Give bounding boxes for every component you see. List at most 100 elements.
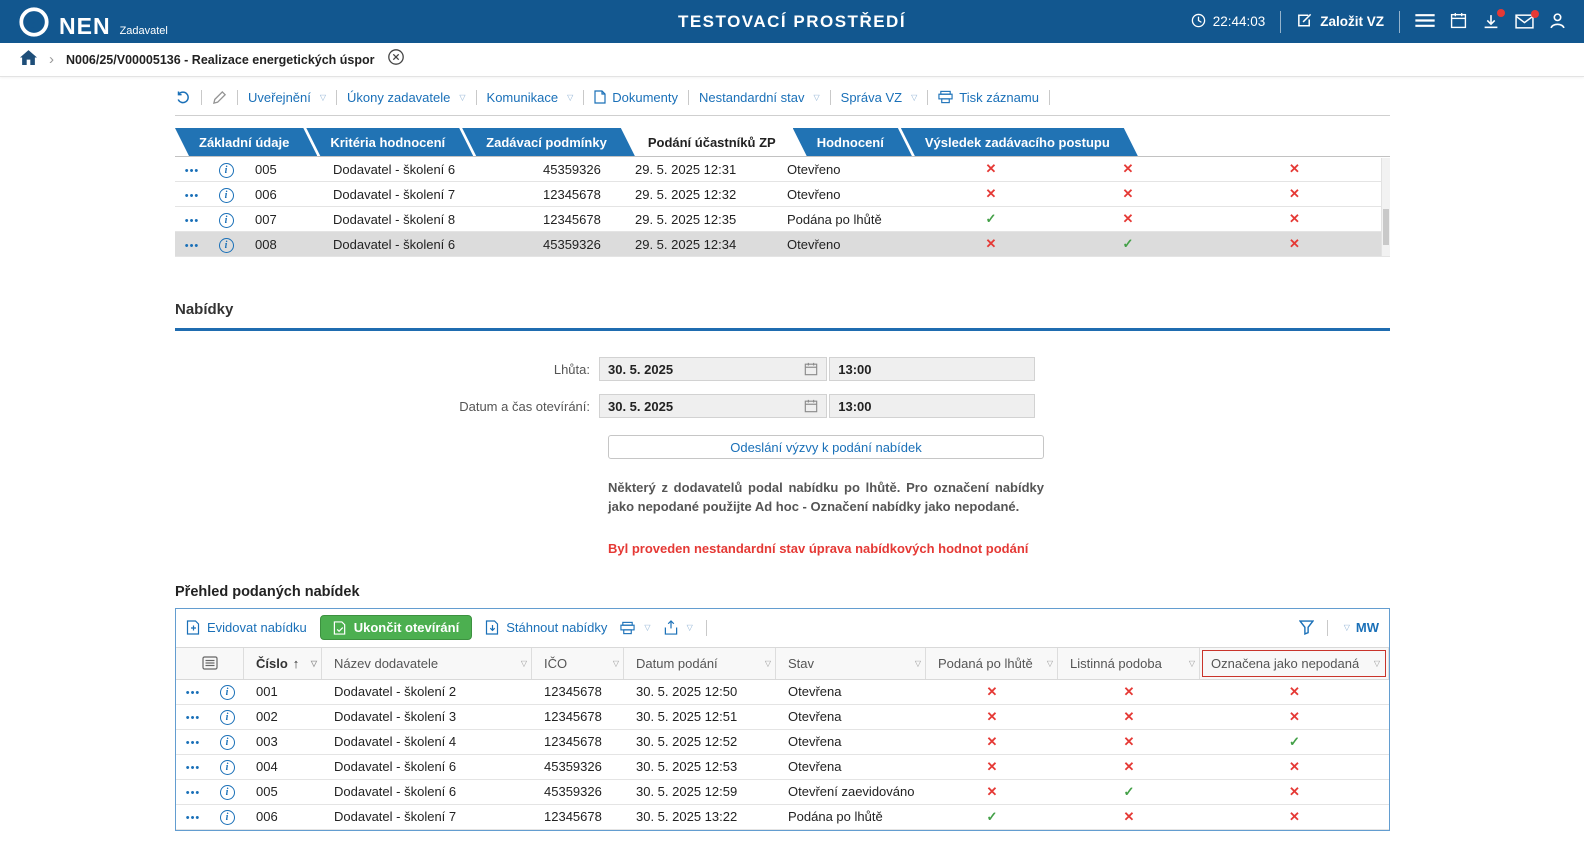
column-header-cislo[interactable]: Číslo ↑ ▽: [244, 647, 322, 679]
highlighted-column-frame: Označena jako nepodaná ▽: [1202, 649, 1386, 677]
scrollbar[interactable]: [1381, 158, 1390, 256]
column-header-datum-podani[interactable]: Datum podání ▽: [624, 647, 776, 679]
table-row[interactable]: ••• i 005 Dodavatel - školení 6 45359326…: [175, 157, 1390, 182]
breadcrumb-record-label[interactable]: N006/25/V00005136 - Realizace energetick…: [66, 53, 375, 67]
column-header-stav[interactable]: Stav ▽: [776, 647, 926, 679]
edit-record-button[interactable]: [212, 90, 227, 105]
table-row[interactable]: ••• i 006 Dodavatel - školení 7 12345678…: [176, 804, 1389, 830]
row-menu-icon[interactable]: •••: [186, 687, 201, 699]
table-row[interactable]: ••• i 003 Dodavatel - školení 4 12345678…: [176, 729, 1389, 755]
paper-mark: ✕: [1123, 733, 1135, 749]
toolbar-item-uverejneni[interactable]: Uveřejnění ▽: [248, 90, 326, 105]
toolbar-item-dokumenty[interactable]: Dokumenty: [594, 90, 678, 105]
info-icon[interactable]: i: [219, 735, 235, 751]
info-icon[interactable]: i: [218, 187, 234, 203]
filter-dropdown-icon[interactable]: ▽: [915, 659, 921, 668]
filter-dropdown-icon[interactable]: ▽: [311, 659, 317, 668]
toolbar-item-ukony-zadavatele[interactable]: Úkony zadavatele ▽: [347, 90, 466, 105]
calendar-icon[interactable]: [804, 399, 818, 413]
filter-dropdown-icon[interactable]: ▽: [765, 659, 771, 668]
send-invite-button[interactable]: Odeslání výzvy k podání nabídek: [608, 435, 1044, 459]
tab-podani-ucastniku-zp[interactable]: Podání účastníků ZP: [624, 128, 804, 156]
column-header-podana-po-lhute[interactable]: Podaná po lhůtě ▽: [926, 647, 1058, 679]
history-button[interactable]: [175, 89, 191, 105]
row-menu-icon[interactable]: •••: [186, 762, 201, 774]
brand[interactable]: NEN Zadavatel: [18, 6, 168, 38]
info-icon[interactable]: i: [219, 810, 235, 826]
filter-button[interactable]: [1298, 620, 1314, 636]
table-row[interactable]: ••• i 007 Dodavatel - školení 8 12345678…: [175, 207, 1390, 232]
info-icon[interactable]: i: [219, 760, 235, 776]
column-settings-button[interactable]: [176, 647, 244, 679]
calendar-button[interactable]: [1450, 12, 1467, 32]
table-row[interactable]: ••• i 006 Dodavatel - školení 7 12345678…: [175, 182, 1390, 207]
info-icon[interactable]: i: [218, 162, 234, 178]
info-icon[interactable]: i: [219, 785, 235, 801]
tab-hodnoceni[interactable]: Hodnocení: [793, 128, 912, 156]
supplier-name: Dodavatel - školení 6: [333, 236, 456, 252]
finish-opening-button[interactable]: Ukončit otevírání: [319, 615, 473, 641]
row-menu-icon[interactable]: •••: [185, 190, 200, 202]
offer-number: 001: [256, 684, 278, 700]
environment-title: TESTOVACÍ PROSTŘEDÍ: [677, 11, 907, 31]
toolbar-item-sprava-vz[interactable]: Správa VZ ▽: [841, 90, 918, 105]
print-button[interactable]: ▽: [620, 621, 651, 635]
row-menu-icon[interactable]: •••: [186, 737, 201, 749]
info-icon[interactable]: i: [218, 212, 234, 228]
filter-dropdown-icon[interactable]: ▽: [521, 659, 527, 668]
export-button[interactable]: ▽: [664, 620, 693, 635]
deadline-date-field[interactable]: 30. 5. 2025: [599, 357, 828, 381]
filter-dropdown-icon[interactable]: ▽: [1047, 659, 1053, 668]
table-row-selected[interactable]: ••• i 008 Dodavatel - školení 6 45359326…: [175, 232, 1390, 257]
calendar-icon[interactable]: [804, 362, 818, 376]
toolbar-item-komunikace[interactable]: Komunikace ▽: [487, 90, 574, 105]
scrollbar-thumb[interactable]: [1383, 208, 1389, 245]
table-row[interactable]: ••• i 004 Dodavatel - školení 6 45359326…: [176, 754, 1389, 780]
row-menu-icon[interactable]: •••: [186, 787, 201, 799]
info-icon[interactable]: i: [219, 710, 235, 726]
profile-button[interactable]: [1549, 12, 1566, 32]
register-offer-button[interactable]: Evidovat nabídku: [186, 620, 307, 635]
tab-vysledek-zadavaciho-postupu[interactable]: Výsledek zadávacího postupu: [901, 128, 1138, 156]
table-row[interactable]: ••• i 005 Dodavatel - školení 6 45359326…: [176, 779, 1389, 805]
messages-button[interactable]: [1515, 10, 1539, 29]
opening-date-field[interactable]: 30. 5. 2025: [599, 394, 828, 418]
tab-zadavaci-podminky[interactable]: Zadávací podmínky: [462, 128, 635, 156]
column-header-listinna-podoba[interactable]: Listinná podoba ▽: [1058, 647, 1200, 679]
header-divider: [1399, 10, 1400, 33]
toolbar-item-nestandardni-stav[interactable]: Nestandardní stav ▽: [699, 90, 820, 105]
close-record-icon[interactable]: [387, 48, 405, 71]
column-header-ico[interactable]: IČO ▽: [532, 647, 624, 679]
column-header-nazev-dodavatele[interactable]: Název dodavatele ▽: [322, 647, 532, 679]
info-icon[interactable]: i: [218, 237, 234, 253]
toolbar-item-label: Uveřejnění: [248, 89, 311, 105]
finish-opening-icon: [333, 621, 346, 635]
column-header-oznacena-jako-nepodana[interactable]: Označena jako nepodaná ▽: [1200, 647, 1389, 679]
row-menu-icon[interactable]: •••: [185, 165, 200, 177]
not-submitted-mark: ✕: [1289, 211, 1300, 226]
row-menu-icon[interactable]: •••: [185, 240, 200, 252]
deadline-time-field[interactable]: 13:00: [829, 357, 1035, 381]
opening-time-field[interactable]: 13:00: [829, 394, 1035, 418]
download-offers-button[interactable]: Stáhnout nabídky: [485, 620, 607, 635]
row-menu-icon[interactable]: •••: [186, 812, 201, 824]
menu-button[interactable]: [1415, 13, 1435, 31]
row-menu-icon[interactable]: •••: [186, 712, 201, 724]
column-label: Podaná po lhůtě: [938, 655, 1033, 671]
tab-kriteria-hodnoceni[interactable]: Kritéria hodnocení: [306, 128, 473, 156]
row-menu-icon[interactable]: •••: [185, 215, 200, 227]
toolbar-item-tisk-zaznamu[interactable]: Tisk záznamu: [938, 90, 1039, 105]
home-icon[interactable]: [20, 49, 37, 70]
table-row[interactable]: ••• i 002 Dodavatel - školení 3 12345678…: [176, 704, 1389, 730]
filter-dropdown-icon[interactable]: ▽: [613, 659, 619, 668]
table-row[interactable]: ••• i 001 Dodavatel - školení 2 12345678…: [176, 679, 1389, 705]
downloads-button[interactable]: [1482, 9, 1505, 30]
tab-zakladni-udaje[interactable]: Základní údaje: [175, 128, 317, 156]
info-icon[interactable]: i: [219, 685, 235, 701]
late-mark: ✕: [986, 758, 998, 774]
view-selector[interactable]: ▽ MW: [1341, 620, 1379, 635]
filter-dropdown-icon[interactable]: ▽: [1189, 659, 1195, 668]
create-vz-button[interactable]: Založit VZ: [1296, 12, 1384, 32]
filter-dropdown-icon[interactable]: ▽: [1374, 659, 1380, 668]
late-mark: ✓: [986, 808, 998, 824]
